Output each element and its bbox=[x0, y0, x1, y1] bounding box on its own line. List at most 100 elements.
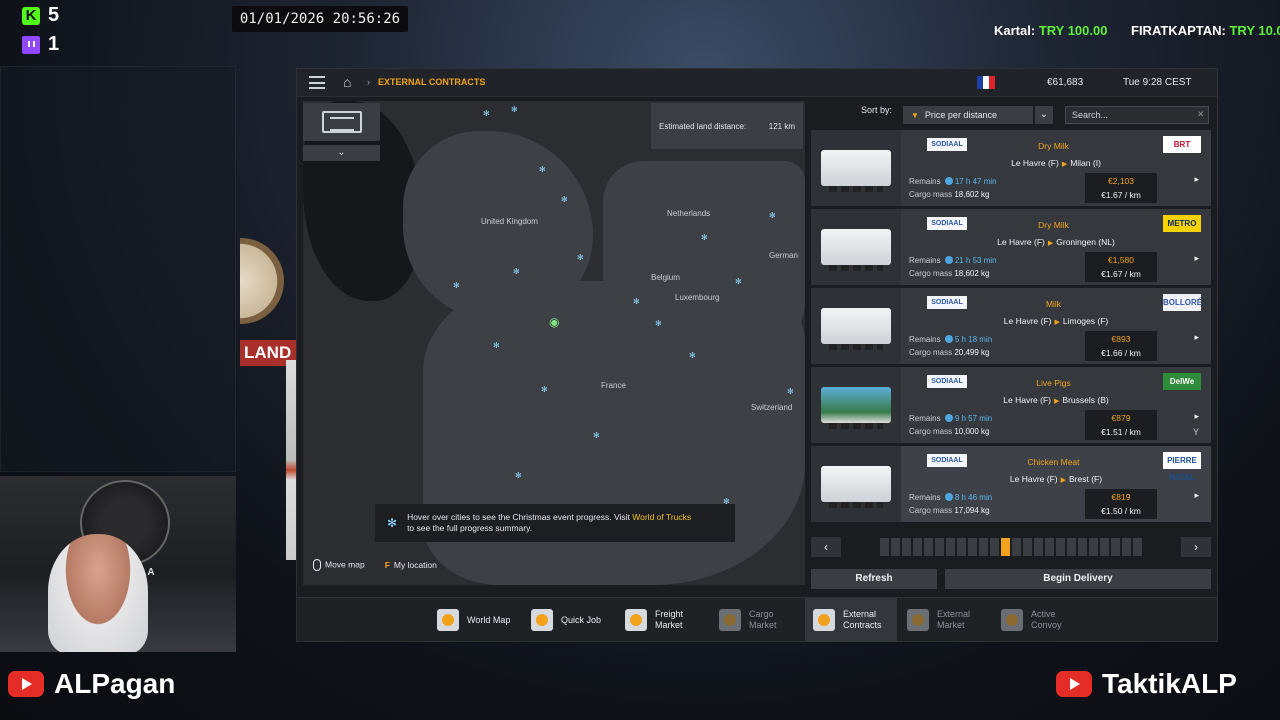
price-box: €2,103 €1.67 / km bbox=[1085, 173, 1157, 203]
nav-label: External Market bbox=[937, 609, 970, 631]
donation-amount: TRY 100.00 bbox=[1038, 23, 1108, 38]
contract-row[interactable]: SODIAAL Milk BOLLORÉ Le Havre (F) ▶ Limoges (… bbox=[811, 288, 1211, 364]
kick-viewers: K 5 bbox=[22, 4, 59, 27]
route: Le Havre (F) ▶ Milan (I) bbox=[961, 158, 1151, 168]
map-label-switzerland: Switzerland bbox=[751, 403, 793, 412]
page-indicator[interactable] bbox=[1034, 538, 1043, 556]
page-indicator[interactable] bbox=[1067, 538, 1076, 556]
client-logo: BOLLORÉ bbox=[1163, 294, 1202, 311]
remains-label: Remains bbox=[909, 335, 941, 344]
page-indicator[interactable] bbox=[1111, 538, 1120, 556]
nav-external-contracts[interactable]: External Contracts bbox=[805, 598, 897, 642]
client-logo: PIERRE NATAL bbox=[1163, 452, 1201, 482]
kick-viewer-count: 5 bbox=[48, 4, 60, 26]
page-indicator[interactable] bbox=[924, 538, 933, 556]
page-indicator[interactable] bbox=[1089, 538, 1098, 556]
remains-value: 9 h 57 min bbox=[954, 414, 993, 423]
nav-label-line1: External bbox=[937, 609, 971, 619]
breadcrumb[interactable]: EXTERNAL CONTRACTS bbox=[378, 77, 485, 87]
page-indicator[interactable] bbox=[946, 538, 955, 556]
page-indicator[interactable] bbox=[1133, 538, 1142, 556]
contract-row[interactable]: SODIAAL Live Pigs DelWe Le Havre (F) ▶ Brusse… bbox=[811, 367, 1211, 443]
page-indicator[interactable] bbox=[902, 538, 911, 556]
page-indicator[interactable] bbox=[1045, 538, 1054, 556]
my-location-hint[interactable]: F My location bbox=[385, 560, 437, 570]
nav-active-convoy[interactable]: Active Convoy bbox=[993, 598, 1070, 642]
youtube-channel-left: ALPagan bbox=[8, 668, 175, 700]
contract-row[interactable]: SODIAAL Dry Milk METRO Le Havre (F) ▶ Groning… bbox=[811, 209, 1211, 285]
nav-label-line1: World Map bbox=[467, 614, 511, 625]
chevron-down-icon[interactable]: ⌄ bbox=[1035, 106, 1053, 124]
refresh-button[interactable]: Refresh bbox=[811, 569, 937, 589]
play-arrow-icon[interactable]: ▸ bbox=[1194, 174, 1199, 185]
previous-page-button[interactable]: ‹ bbox=[811, 537, 841, 557]
snowflake-icon: ✻ bbox=[511, 105, 518, 114]
search-input[interactable] bbox=[1065, 106, 1209, 124]
next-page-button[interactable]: › bbox=[1181, 537, 1211, 557]
play-arrow-icon[interactable]: ▸ bbox=[1194, 332, 1199, 343]
destination-marker-icon[interactable]: ◉ bbox=[549, 315, 559, 329]
chevron-right-icon: › bbox=[367, 77, 370, 87]
snowflake-icon: ✻ bbox=[577, 253, 584, 262]
page-indicator[interactable] bbox=[957, 538, 966, 556]
page-indicator[interactable] bbox=[990, 538, 999, 556]
cargo-mass: Cargo mass 18,602 kg bbox=[909, 269, 990, 278]
play-arrow-icon[interactable]: ▸ bbox=[1194, 490, 1199, 501]
price-box: €819 €1.50 / km bbox=[1085, 489, 1157, 519]
page-indicator[interactable] bbox=[1012, 538, 1021, 556]
contract-row[interactable]: SODIAAL Dry Milk BRT Le Havre (F) ▶ Milan (I)… bbox=[811, 130, 1211, 206]
donation-1: Kartal: TRY 100.00 bbox=[994, 23, 1107, 38]
route-arrow-icon: ▶ bbox=[1061, 161, 1068, 168]
page-indicator[interactable] bbox=[880, 538, 889, 556]
remains-value: 5 h 18 min bbox=[954, 335, 993, 344]
page-indicator[interactable] bbox=[979, 538, 988, 556]
page-indicator[interactable] bbox=[935, 538, 944, 556]
clock-icon bbox=[944, 335, 953, 343]
page-indicator[interactable] bbox=[891, 538, 900, 556]
page-indicator[interactable] bbox=[1001, 538, 1010, 556]
nav-cargo-market[interactable]: Cargo Market bbox=[711, 598, 785, 642]
clear-search-icon[interactable]: ✕ bbox=[1197, 109, 1205, 120]
page-indicator[interactable] bbox=[913, 538, 922, 556]
page-indicator[interactable] bbox=[1023, 538, 1032, 556]
sort-dropdown[interactable]: ▼ Price per distance bbox=[903, 106, 1033, 124]
christmas-event-hint: ✻ Hover over cities to see the Christmas… bbox=[375, 504, 735, 542]
begin-delivery-button[interactable]: Begin Delivery bbox=[945, 569, 1211, 589]
nav-label-line2: Convoy bbox=[1031, 620, 1062, 630]
destination-city: Brest (F) bbox=[1069, 474, 1103, 484]
kick-icon: K bbox=[22, 6, 40, 25]
menu-icon[interactable] bbox=[309, 76, 325, 89]
company-logo: SODIAAL bbox=[927, 454, 967, 467]
contract-info: SODIAAL Live Pigs DelWe Le Havre (F) ▶ Brusse… bbox=[901, 367, 1211, 443]
map-options-dropdown[interactable]: ⌄ bbox=[303, 145, 380, 161]
route-arrow-icon: ▶ bbox=[1060, 477, 1067, 484]
play-arrow-icon[interactable]: ▸ bbox=[1194, 253, 1199, 264]
page-indicator[interactable] bbox=[1122, 538, 1131, 556]
snowflake-icon: ✻ bbox=[655, 319, 662, 328]
trailer-thumbnail bbox=[811, 209, 901, 285]
mass-value: 17,094 kg bbox=[954, 506, 990, 515]
mass-value: 20,499 kg bbox=[954, 348, 990, 357]
page-indicator[interactable] bbox=[968, 538, 977, 556]
contract-info: SODIAAL Chicken Meat PIERRE NATAL Le Havre … bbox=[901, 446, 1211, 522]
trailer-view-toggle[interactable] bbox=[303, 103, 380, 141]
map-label-luxembourg: Luxembourg bbox=[675, 293, 720, 302]
nav-external-market[interactable]: External Market bbox=[899, 598, 978, 642]
nav-world-map[interactable]: World Map bbox=[429, 598, 518, 642]
hint-text: Hover over cities to see the Christmas e… bbox=[407, 512, 691, 534]
home-icon[interactable]: ⌂ bbox=[343, 75, 357, 89]
world-of-trucks-link[interactable]: World of Trucks bbox=[632, 512, 691, 522]
time-remaining: Remains 8 h 46 min bbox=[909, 493, 992, 502]
nav-freight-market[interactable]: Freight Market bbox=[617, 598, 691, 642]
page-indicator[interactable] bbox=[1078, 538, 1087, 556]
cargo-name: Dry Milk bbox=[1038, 220, 1069, 230]
twitch-viewers: 1 bbox=[22, 33, 59, 56]
nav-label-line1: Active bbox=[1031, 609, 1056, 619]
contract-row[interactable]: SODIAAL Chicken Meat PIERRE NATAL Le Havre … bbox=[811, 446, 1211, 522]
route-map[interactable]: ⌄ Estimated land distance: 121 km United… bbox=[303, 101, 805, 585]
page-indicator[interactable] bbox=[1100, 538, 1109, 556]
page-indicator[interactable] bbox=[1056, 538, 1065, 556]
nav-quick-job[interactable]: Quick Job bbox=[523, 598, 609, 642]
nav-label-line1: External bbox=[843, 609, 877, 619]
play-arrow-icon[interactable]: ▸ bbox=[1194, 411, 1199, 422]
